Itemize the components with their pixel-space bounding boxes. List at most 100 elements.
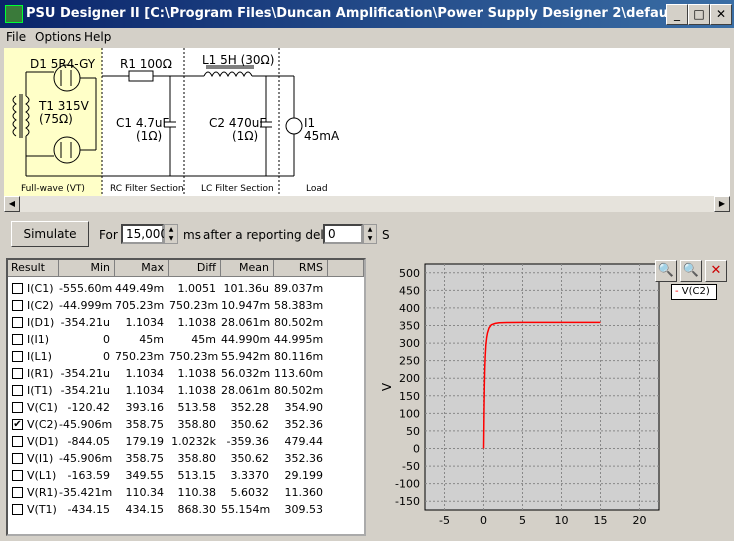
cell-mean: 350.62 bbox=[230, 452, 270, 465]
row-checkbox[interactable] bbox=[12, 283, 23, 294]
table-row[interactable]: I(R1) -354.21u 1.1034 1.1038 56.032m 113.60m bbox=[8, 365, 364, 382]
y-tick-label: 450 bbox=[399, 284, 420, 297]
scroll-right-arrow-icon[interactable]: ▶ bbox=[714, 196, 730, 212]
cell-min: -163.59 bbox=[67, 469, 110, 482]
spin-up-icon[interactable]: ▲ bbox=[364, 225, 376, 234]
table-row[interactable]: V(T1) -434.15 434.15 868.30 55.154m 309.53 bbox=[8, 501, 364, 518]
table-row[interactable]: ✔ V(C2) -45.906m 358.75 358.80 350.62 352.36 bbox=[8, 416, 364, 433]
simulate-button[interactable]: Simulate bbox=[11, 221, 89, 247]
row-checkbox[interactable] bbox=[12, 317, 23, 328]
cell-mean: 28.061m bbox=[221, 384, 271, 397]
delay-spinner[interactable]: ▲ ▼ bbox=[363, 224, 377, 244]
row-checkbox[interactable] bbox=[12, 453, 23, 464]
duration-spinner[interactable]: ▲ ▼ bbox=[164, 224, 178, 244]
spin-down-icon[interactable]: ▼ bbox=[364, 234, 376, 243]
y-tick-label: -100 bbox=[395, 478, 420, 491]
y-tick-label: 350 bbox=[399, 320, 420, 333]
legend-swatch: - bbox=[675, 286, 679, 297]
cell-max: 349.55 bbox=[125, 469, 165, 482]
table-row[interactable]: V(L1) -163.59 349.55 513.15 3.3370 29.199 bbox=[8, 467, 364, 484]
table-row[interactable]: I(C1) -555.60m 449.49m 1.0051 101.36u 89.037m bbox=[8, 280, 364, 297]
zoom-reset-icon[interactable]: ✕ bbox=[705, 260, 727, 282]
cell-mean: 28.061m bbox=[221, 316, 271, 329]
scroll-left-arrow-icon[interactable]: ◀ bbox=[4, 196, 20, 212]
table-row[interactable]: I(T1) -354.21u 1.1034 1.1038 28.061m 80.502m bbox=[8, 382, 364, 399]
cell-max: 358.75 bbox=[125, 418, 165, 431]
table-row[interactable]: I(I1) 0 45m 45m 44.990m 44.995m bbox=[8, 331, 364, 348]
spin-down-icon[interactable]: ▼ bbox=[165, 234, 177, 243]
cell-mean: 350.62 bbox=[230, 418, 270, 431]
cell-diff: 513.15 bbox=[177, 469, 217, 482]
minimize-button[interactable]: _ bbox=[666, 4, 688, 25]
zoom-in-icon[interactable]: 🔍 bbox=[655, 260, 677, 282]
table-row[interactable]: V(I1) -45.906m 358.75 358.80 350.62 352.36 bbox=[8, 450, 364, 467]
close-button[interactable]: ✕ bbox=[710, 4, 732, 25]
table-row[interactable]: V(C1) -120.42 393.16 513.58 352.28 354.90 bbox=[8, 399, 364, 416]
column-header-rms[interactable]: RMS bbox=[274, 260, 328, 277]
t1-label: T1 315V bbox=[39, 99, 89, 113]
result-name: V(L1) bbox=[27, 469, 57, 482]
result-name: V(C1) bbox=[27, 401, 58, 414]
column-header-diff[interactable]: Diff bbox=[169, 260, 221, 277]
row-checkbox[interactable] bbox=[12, 334, 23, 345]
schematic-scrollbar[interactable]: ◀ ▶ bbox=[4, 196, 730, 212]
zoom-fit-icon[interactable]: 🔍 bbox=[680, 260, 702, 282]
table-row[interactable]: I(D1) -354.21u 1.1034 1.1038 28.061m 80.502m bbox=[8, 314, 364, 331]
column-header-result[interactable]: Result bbox=[8, 260, 59, 277]
row-checkbox[interactable] bbox=[12, 436, 23, 447]
spin-up-icon[interactable]: ▲ bbox=[165, 225, 177, 234]
cell-diff: 1.1038 bbox=[177, 316, 217, 329]
cell-rms: 44.995m bbox=[274, 333, 324, 346]
row-checkbox[interactable] bbox=[12, 368, 23, 379]
row-checkbox[interactable] bbox=[12, 402, 23, 413]
menu-file[interactable]: File bbox=[6, 30, 26, 44]
result-name: V(R1) bbox=[27, 486, 58, 499]
y-tick-label: 300 bbox=[399, 337, 420, 350]
cell-rms: 354.90 bbox=[284, 401, 324, 414]
cell-diff: 45m bbox=[191, 333, 216, 346]
row-checkbox[interactable] bbox=[12, 504, 23, 515]
menu-options[interactable]: Options bbox=[35, 30, 81, 44]
menu-help[interactable]: Help bbox=[84, 30, 111, 44]
cell-min: -555.60m bbox=[59, 282, 113, 295]
cell-diff: 110.38 bbox=[177, 486, 217, 499]
simulation-controls: Simulate For 15,000 ▲ ▼ ms after a report… bbox=[0, 216, 734, 254]
cell-max: 434.15 bbox=[125, 503, 165, 516]
table-row[interactable]: V(R1) -35.421m 110.34 110.38 5.6032 11.360 bbox=[8, 484, 364, 501]
column-header-min[interactable]: Min bbox=[59, 260, 115, 277]
d1-label: D1 5R4-GY bbox=[30, 57, 96, 71]
row-checkbox[interactable] bbox=[12, 300, 23, 311]
result-name: V(I1) bbox=[27, 452, 54, 465]
cell-diff: 750.23m bbox=[169, 299, 219, 312]
table-row[interactable]: I(C2) -44.999m 705.23m 750.23m 10.947m 58.383… bbox=[8, 297, 364, 314]
cell-min: -434.15 bbox=[67, 503, 110, 516]
section-label-load: Load bbox=[306, 184, 328, 194]
column-header-max[interactable]: Max bbox=[115, 260, 169, 277]
result-name: V(C2) bbox=[27, 418, 58, 431]
maximize-button[interactable]: □ bbox=[688, 4, 710, 25]
row-checkbox[interactable] bbox=[12, 470, 23, 481]
cell-mean: 352.28 bbox=[230, 401, 270, 414]
c2-esr: (1Ω) bbox=[232, 129, 259, 143]
cell-mean: 3.3370 bbox=[230, 469, 270, 482]
column-header-mean[interactable]: Mean bbox=[221, 260, 274, 277]
table-row[interactable]: V(D1) -844.05 179.19 1.0232k -359.36 479.44 bbox=[8, 433, 364, 450]
l1-label: L1 5H (30Ω) bbox=[202, 53, 275, 67]
row-checkbox[interactable] bbox=[12, 487, 23, 498]
results-table: Result Min Max Diff Mean RMS I(C1) -555.6… bbox=[6, 258, 366, 536]
row-checkbox[interactable] bbox=[12, 351, 23, 362]
row-checkbox[interactable] bbox=[12, 385, 23, 396]
table-row[interactable]: I(L1) 0 750.23m 750.23m 55.942m 80.116m bbox=[8, 348, 364, 365]
i1-current: 45mA bbox=[304, 129, 340, 143]
cell-rms: 352.36 bbox=[284, 418, 324, 431]
row-checkbox[interactable]: ✔ bbox=[12, 419, 23, 430]
cell-diff: 868.30 bbox=[177, 503, 217, 516]
section-label-lc: LC Filter Section bbox=[201, 184, 274, 194]
cell-mean: 44.990m bbox=[221, 333, 271, 346]
duration-input[interactable]: 15,000 bbox=[121, 224, 168, 244]
delay-input[interactable]: 0 bbox=[323, 224, 363, 244]
y-tick-label: 50 bbox=[406, 425, 420, 438]
result-name: I(L1) bbox=[27, 350, 52, 363]
schematic-canvas[interactable]: D1 5R4-GY T1 315V (75Ω) R1 100Ω C1 4.7uF… bbox=[4, 48, 730, 196]
section-label-rectifier: Full-wave (VT) bbox=[21, 184, 85, 194]
